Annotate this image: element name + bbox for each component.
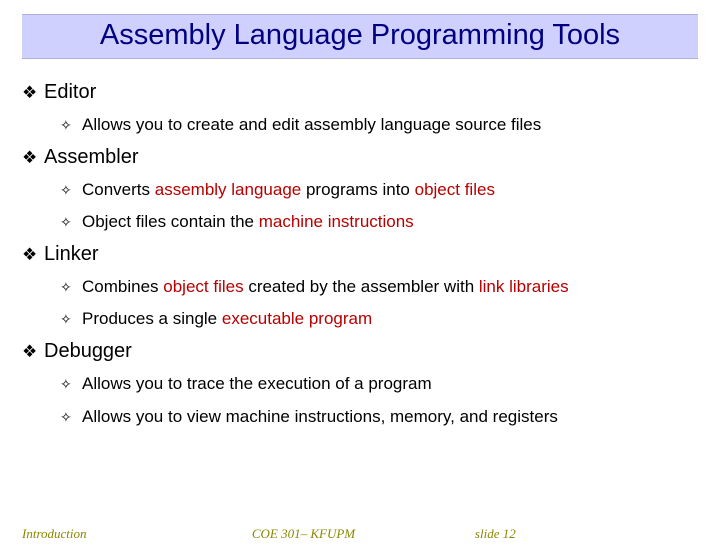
bullet-item: ✧Converts assembly language programs int… <box>60 179 692 201</box>
bullet-item-text: Allows you to trace the execution of a p… <box>82 373 432 395</box>
open-diamond-bullet-icon: ✧ <box>60 214 82 231</box>
open-diamond-bullet-icon: ✧ <box>60 311 82 328</box>
diamond-bullet-icon: ❖ <box>22 342 44 362</box>
slide-body: ❖Editor✧Allows you to create and edit as… <box>0 59 720 428</box>
section-heading-text: Debugger <box>44 340 132 363</box>
section-heading-text: Editor <box>44 81 96 104</box>
section-heading: ❖Debugger <box>22 340 692 363</box>
bullet-item: ✧Allows you to trace the execution of a … <box>60 373 692 395</box>
section-heading: ❖Editor <box>22 81 692 104</box>
slide-title: Assembly Language Programming Tools <box>100 19 620 51</box>
diamond-bullet-icon: ❖ <box>22 245 44 265</box>
bullet-item: ✧Allows you to view machine instructions… <box>60 406 692 428</box>
open-diamond-bullet-icon: ✧ <box>60 279 82 296</box>
bullet-item: ✧Combines object files created by the as… <box>60 276 692 298</box>
section-heading: ❖Linker <box>22 243 692 266</box>
bullet-item-text: Combines object files created by the ass… <box>82 276 569 298</box>
open-diamond-bullet-icon: ✧ <box>60 182 82 199</box>
section-heading-text: Assembler <box>44 146 138 169</box>
bullet-item-text: Produces a single executable program <box>82 308 372 330</box>
bullet-item-text: Allows you to create and edit assembly l… <box>82 114 541 136</box>
bullet-item: ✧Allows you to create and edit assembly … <box>60 114 692 136</box>
bullet-item: ✧Produces a single executable program <box>60 308 692 330</box>
open-diamond-bullet-icon: ✧ <box>60 117 82 134</box>
open-diamond-bullet-icon: ✧ <box>60 376 82 393</box>
section-heading: ❖Assembler <box>22 146 692 169</box>
diamond-bullet-icon: ❖ <box>22 148 44 168</box>
section-heading-text: Linker <box>44 243 98 266</box>
bullet-item: ✧Object files contain the machine instru… <box>60 211 692 233</box>
diamond-bullet-icon: ❖ <box>22 83 44 103</box>
open-diamond-bullet-icon: ✧ <box>60 409 82 426</box>
bullet-item-text: Allows you to view machine instructions,… <box>82 406 558 428</box>
bullet-item-text: Object files contain the machine instruc… <box>82 211 414 233</box>
bullet-item-text: Converts assembly language programs into… <box>82 179 495 201</box>
slide-title-bar: Assembly Language Programming Tools <box>22 14 698 59</box>
